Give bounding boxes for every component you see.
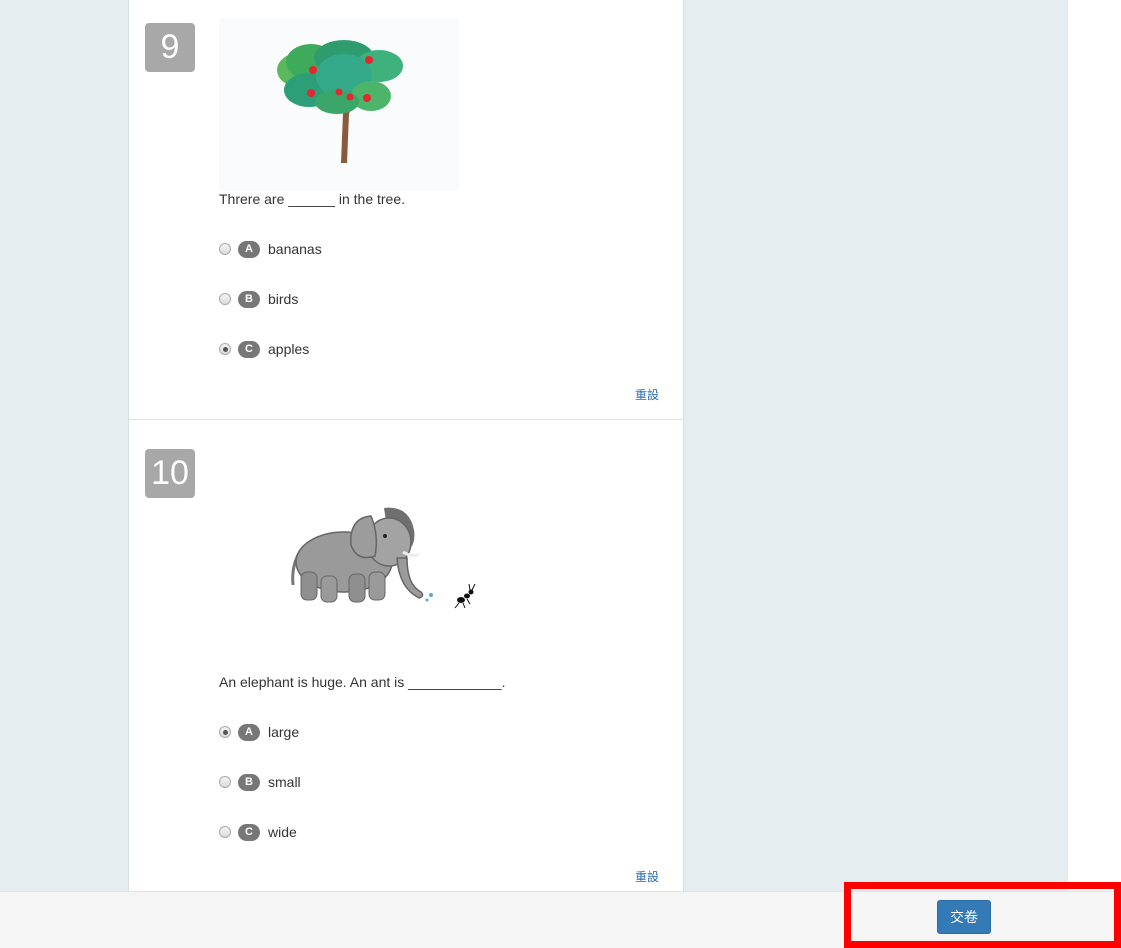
option-letter-badge: B [238,290,260,308]
radio-button[interactable] [219,776,231,788]
option-label[interactable]: bananas [268,241,322,257]
option-letter-badge: A [238,723,260,741]
question-number: 9 [145,23,195,72]
reset-link[interactable]: 重設 [635,386,659,403]
option-label[interactable]: small [268,774,301,790]
question-card-9: 9 Threre are ______ in the tree. A banan… [128,0,684,420]
apple-tree-icon [219,18,459,191]
option-b[interactable]: B small [219,772,301,792]
option-letter-badge: B [238,773,260,791]
submit-button[interactable]: 交卷 [937,900,991,934]
option-letter-badge: C [238,823,260,841]
option-a[interactable]: A bananas [219,239,322,259]
radio-button[interactable] [219,826,231,838]
option-c[interactable]: C apples [219,339,309,359]
question-text: An elephant is huge. An ant is _________… [219,674,506,690]
option-letter-badge: C [238,340,260,358]
option-label[interactable]: apples [268,341,309,357]
question-number: 10 [145,449,195,498]
option-letter-badge: A [238,240,260,258]
option-label[interactable]: birds [268,291,298,307]
option-a[interactable]: A large [219,722,299,742]
radio-button-selected[interactable] [219,726,231,738]
elephant-and-ant-icon [291,507,476,609]
radio-button-selected[interactable] [219,343,231,355]
radio-button[interactable] [219,293,231,305]
question-card-10: 10 An elephant is huge. An ant is ______… [128,420,684,891]
option-c[interactable]: C wide [219,822,297,842]
option-label[interactable]: large [268,724,299,740]
option-b[interactable]: B birds [219,289,298,309]
question-text: Threre are ______ in the tree. [219,191,406,207]
reset-link[interactable]: 重設 [635,868,659,885]
option-label[interactable]: wide [268,824,297,840]
radio-button[interactable] [219,243,231,255]
